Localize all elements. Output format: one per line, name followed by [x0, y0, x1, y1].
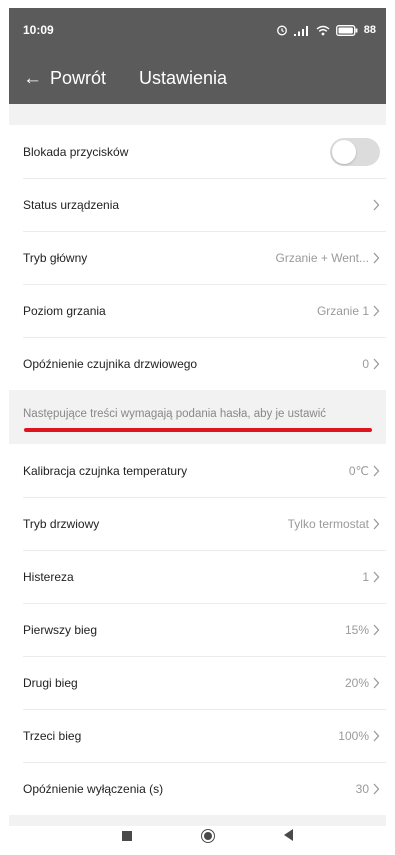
password-section-note: Następujące treści wymagają podania hasł…	[9, 390, 386, 444]
button-lock-toggle[interactable]	[330, 137, 380, 166]
setting-first-speed[interactable]: Pierwszy bieg 15%	[9, 603, 386, 656]
app-bar: ← Powrót Ustawienia	[9, 52, 386, 104]
alarm-icon	[276, 25, 287, 36]
setting-third-speed[interactable]: Trzeci bieg 100%	[9, 709, 386, 762]
setting-second-speed[interactable]: Drugi bieg 20%	[9, 656, 386, 709]
system-nav-bar	[0, 826, 395, 855]
setting-value: Grzanie 1	[316, 303, 369, 318]
chevron-right-icon	[373, 783, 380, 794]
chevron-right-icon	[373, 677, 380, 688]
setting-value: 20%	[344, 675, 369, 690]
setting-label: Pierwszy bieg	[23, 622, 98, 637]
signal-icon	[293, 25, 308, 36]
top-spacer	[9, 104, 386, 125]
setting-temp-calibration[interactable]: Kalibracja czujnka temperatury 0℃	[9, 444, 386, 497]
setting-value: 1	[362, 569, 369, 584]
setting-button-lock[interactable]: Blokada przycisków	[9, 125, 386, 178]
settings-list: Blokada przycisków Status urządzenia Try…	[9, 104, 386, 826]
setting-label: Tryb drzwiowy	[23, 516, 100, 531]
home-icon[interactable]	[201, 829, 215, 843]
back-button[interactable]: ← Powrót	[9, 52, 106, 104]
chevron-right-icon	[373, 465, 380, 476]
setting-door-sensor-delay[interactable]: Opóźnienie czujnika drzwiowego 0	[9, 337, 386, 390]
setting-main-mode[interactable]: Tryb główny Grzanie + Went...	[9, 231, 386, 284]
setting-device-status[interactable]: Status urządzenia	[9, 178, 386, 231]
setting-label: Opóźnienie wyłączenia (s)	[23, 781, 164, 796]
status-time: 10:09	[23, 23, 54, 37]
battery-icon	[335, 24, 358, 36]
setting-label: Poziom grzania	[23, 303, 106, 318]
setting-label: Trzeci bieg	[23, 728, 82, 743]
setting-value: 30	[355, 781, 369, 796]
section-note-text: Następujące treści wymagają podania hasł…	[23, 408, 326, 420]
chevron-right-icon	[373, 730, 380, 741]
setting-value: 0℃	[348, 463, 369, 478]
highlight-underline	[24, 428, 372, 432]
setting-value: 100%	[338, 728, 369, 743]
setting-label: Histereza	[23, 569, 74, 584]
chevron-right-icon	[373, 199, 380, 210]
recent-apps-icon[interactable]	[122, 831, 132, 841]
setting-label: Kalibracja czujnka temperatury	[23, 463, 188, 478]
chevron-right-icon	[373, 571, 380, 582]
chevron-right-icon	[373, 518, 380, 529]
back-icon[interactable]	[284, 829, 293, 841]
back-arrow-icon: ←	[23, 67, 42, 89]
setting-hysteresis[interactable]: Histereza 1	[9, 550, 386, 603]
wifi-icon	[316, 25, 330, 35]
battery-level: 88	[363, 24, 376, 36]
back-label: Powrót	[50, 67, 107, 88]
setting-value: Tylko termostat	[287, 516, 369, 531]
setting-value: Grzanie + Went...	[275, 250, 370, 265]
setting-heating-level[interactable]: Poziom grzania Grzanie 1	[9, 284, 386, 337]
home-icon-dot	[204, 832, 212, 840]
chevron-right-icon	[373, 305, 380, 316]
status-icons: 88	[276, 24, 376, 36]
setting-door-mode[interactable]: Tryb drzwiowy Tylko termostat	[9, 497, 386, 550]
chevron-right-icon	[373, 252, 380, 263]
setting-label: Drugi bieg	[23, 675, 78, 690]
page-title: Ustawienia	[139, 67, 228, 88]
setting-value: 15%	[344, 622, 369, 637]
setting-shutdown-delay[interactable]: Opóźnienie wyłączenia (s) 30	[9, 762, 386, 815]
chevron-right-icon	[373, 358, 380, 369]
setting-value: 0	[362, 356, 369, 371]
chevron-right-icon	[373, 624, 380, 635]
setting-label: Blokada przycisków	[23, 144, 129, 159]
toggle-knob	[332, 139, 356, 164]
setting-label: Status urządzenia	[23, 197, 120, 212]
setting-label: Tryb główny	[23, 250, 88, 265]
status-bar: 10:09 88	[9, 8, 386, 52]
setting-label: Opóźnienie czujnika drzwiowego	[23, 356, 198, 371]
